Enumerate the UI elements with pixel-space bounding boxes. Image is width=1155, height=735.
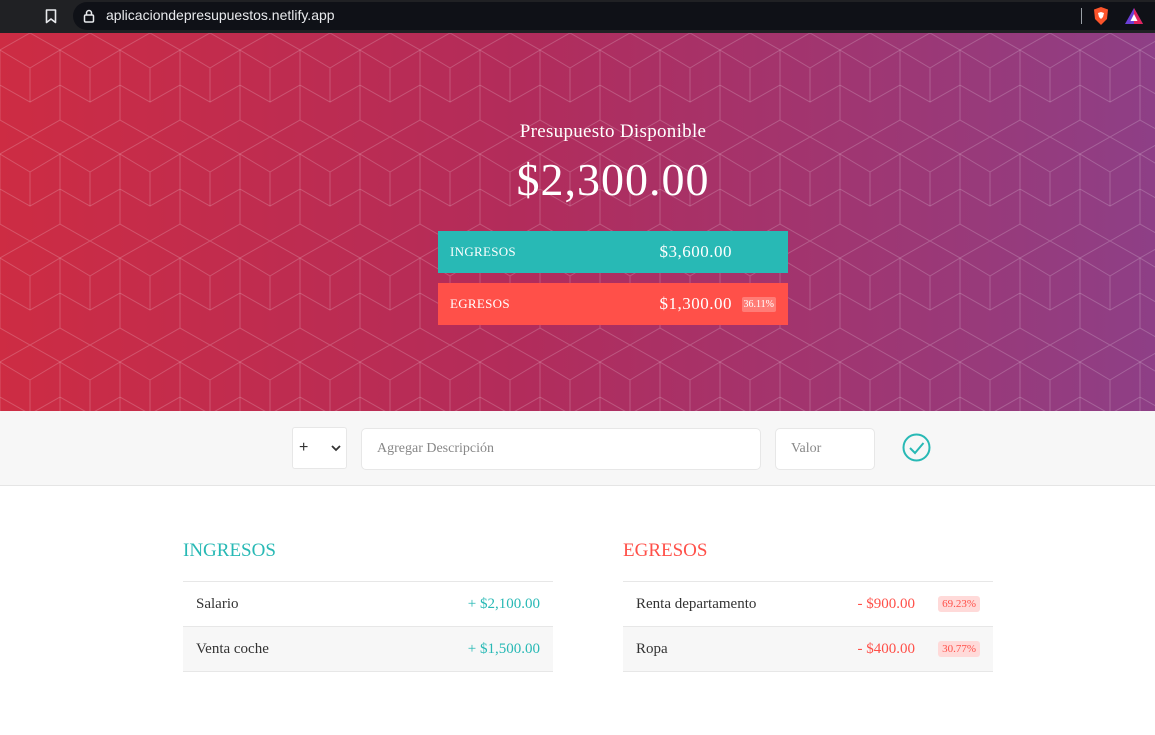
- budget-title: Presupuesto Disponible: [519, 121, 707, 142]
- add-item-bar: +: [0, 411, 1155, 486]
- brave-rewards-icon[interactable]: [1124, 7, 1144, 30]
- expense-summary: EGRESOS $1,300.00 36.11%: [438, 283, 788, 325]
- income-list-title: INGRESOS: [183, 540, 553, 582]
- bookmark-icon[interactable]: [40, 6, 62, 26]
- list-item[interactable]: Ropa - $400.00 30.77%: [623, 627, 993, 672]
- list-item[interactable]: Venta coche + $1,500.00: [183, 627, 553, 672]
- url-text[interactable]: aplicaciondepresupuestos.netlify.app: [106, 7, 335, 23]
- income-list: INGRESOS Salario + $2,100.00 Venta coche…: [183, 540, 553, 672]
- value-input[interactable]: [775, 428, 875, 470]
- check-circle-icon[interactable]: [901, 432, 932, 463]
- income-summary-label: INGRESOS: [450, 244, 516, 259]
- brave-shield-icon[interactable]: [1091, 6, 1111, 31]
- type-select-value: +: [299, 439, 309, 456]
- hexagon-pattern: [0, 33, 1155, 411]
- expense-list-title: EGRESOS: [623, 540, 993, 582]
- income-summary-value: $3,600.00: [659, 242, 732, 261]
- expense-summary-value: $1,300.00: [659, 294, 732, 313]
- item-percentage-badge: 69.23%: [938, 596, 980, 612]
- expense-summary-label: EGRESOS: [450, 296, 510, 311]
- lock-icon: [83, 9, 95, 28]
- item-description: Salario: [196, 595, 239, 612]
- item-value: + $1,500.00: [467, 640, 540, 657]
- item-description: Renta departamento: [636, 595, 757, 612]
- address-bar[interactable]: aplicaciondepresupuestos.netlify.app: [73, 2, 1155, 30]
- budget-amount: $2,300.00: [516, 154, 710, 205]
- chevron-down-icon: [330, 441, 342, 459]
- item-value: - $400.00: [857, 640, 916, 657]
- item-description: Ropa: [636, 640, 668, 657]
- expense-list: EGRESOS Renta departamento - $900.00 69.…: [623, 540, 993, 672]
- description-input[interactable]: [361, 428, 761, 470]
- browser-toolbar: aplicaciondepresupuestos.netlify.app: [0, 0, 1155, 33]
- expense-percentage-badge: 36.11%: [741, 296, 776, 312]
- item-value: + $2,100.00: [467, 595, 540, 612]
- income-summary: INGRESOS $3,600.00: [438, 231, 788, 273]
- type-select[interactable]: +: [292, 427, 347, 469]
- item-description: Venta coche: [196, 640, 269, 657]
- toolbar-divider: [1081, 8, 1082, 24]
- item-value: - $900.00: [857, 595, 916, 612]
- item-percentage-badge: 30.77%: [938, 641, 980, 657]
- budget-header: Presupuesto Disponible $2,300.00 INGRESO…: [0, 33, 1155, 411]
- list-item[interactable]: Renta departamento - $900.00 69.23%: [623, 582, 993, 627]
- list-item[interactable]: Salario + $2,100.00: [183, 582, 553, 627]
